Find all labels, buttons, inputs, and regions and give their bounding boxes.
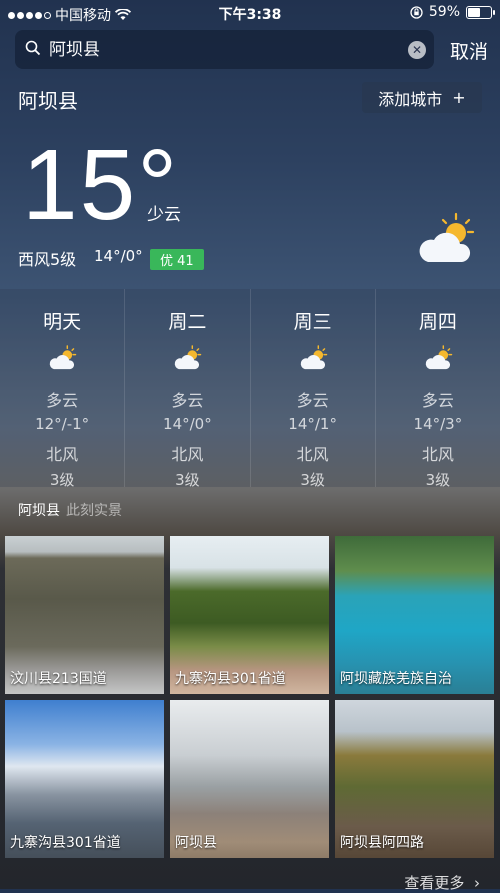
live-photos-subtitle: 此刻实景 bbox=[66, 503, 122, 519]
forecast-condition: 多云 bbox=[46, 391, 79, 410]
battery-icon bbox=[466, 5, 495, 19]
photo-caption: 九寨沟县301省道 bbox=[175, 671, 286, 687]
forecast-wind-level: 3级 bbox=[49, 471, 75, 489]
cancel-button[interactable]: 取消 bbox=[450, 37, 488, 64]
forecast-panel: 明天 多云 12°/-1° 北风 3级 周二 多云 14°/0° 北风 3级 周… bbox=[0, 289, 500, 489]
search-icon bbox=[25, 40, 41, 56]
live-photos-city: 阿坝县 bbox=[18, 503, 60, 519]
partly-cloudy-icon bbox=[0, 345, 124, 373]
forecast-day-name: 周二 bbox=[168, 311, 207, 333]
partly-cloudy-icon bbox=[125, 345, 249, 373]
see-more-link[interactable]: 查看更多 › bbox=[404, 872, 480, 893]
forecast-wind-level: 3级 bbox=[425, 471, 451, 489]
forecast-day[interactable]: 周三 多云 14°/1° 北风 3级 bbox=[251, 289, 376, 489]
forecast-temp: 12°/-1° bbox=[35, 415, 90, 433]
forecast-day[interactable]: 周四 多云 14°/3° 北风 3级 bbox=[376, 289, 500, 489]
photo-caption: 阿坝县阿四路 bbox=[340, 835, 424, 851]
forecast-day-name: 周四 bbox=[418, 311, 457, 333]
add-city-label: 添加城市 bbox=[378, 89, 443, 109]
current-wind: 西风5级 bbox=[18, 250, 77, 269]
live-photo[interactable]: 阿坝县阿四路 bbox=[335, 700, 494, 858]
live-photo[interactable]: 九寨沟县301省道 bbox=[5, 700, 164, 858]
partly-cloudy-icon bbox=[419, 212, 475, 262]
current-range: 14°/0° bbox=[94, 247, 143, 265]
forecast-day[interactable]: 明天 多云 12°/-1° 北风 3级 bbox=[0, 289, 126, 489]
forecast-temp: 14°/1° bbox=[288, 415, 337, 433]
forecast-day[interactable]: 周二 多云 14°/0° 北风 3级 bbox=[125, 289, 251, 489]
add-city-button[interactable]: 添加城市 + bbox=[362, 82, 482, 113]
forecast-condition: 多云 bbox=[171, 391, 204, 410]
forecast-day-name: 周三 bbox=[293, 311, 332, 333]
forecast-wind: 北风 bbox=[46, 445, 79, 464]
forecast-wind: 北风 bbox=[421, 445, 454, 464]
live-photos-header: 阿坝县 此刻实景 bbox=[18, 500, 122, 520]
forecast-wind: 北风 bbox=[296, 445, 329, 464]
live-photo[interactable]: 汶川县213国道 bbox=[5, 536, 164, 694]
partly-cloudy-icon bbox=[251, 345, 375, 373]
photo-caption: 九寨沟县301省道 bbox=[10, 835, 121, 851]
clear-search-icon[interactable]: ✕ bbox=[408, 41, 426, 59]
see-more-label: 查看更多 bbox=[404, 874, 465, 892]
chevron-right-icon: › bbox=[469, 874, 480, 892]
city-title: 阿坝县 bbox=[18, 89, 78, 113]
forecast-condition: 多云 bbox=[296, 391, 329, 410]
aqi-badge[interactable]: 优 41 bbox=[150, 249, 204, 270]
forecast-condition: 多云 bbox=[421, 391, 454, 410]
live-photo[interactable]: 九寨沟县301省道 bbox=[170, 536, 329, 694]
current-condition: 少云 bbox=[147, 205, 181, 225]
forecast-wind-level: 3级 bbox=[175, 471, 200, 489]
plus-icon: + bbox=[452, 88, 466, 107]
photo-caption: 阿坝藏族羌族自治 bbox=[340, 671, 452, 687]
battery-percent: 59% bbox=[428, 4, 460, 20]
forecast-temp: 14°/0° bbox=[163, 415, 212, 433]
partly-cloudy-icon bbox=[376, 345, 500, 373]
search-input[interactable] bbox=[47, 30, 411, 71]
forecast-wind: 北风 bbox=[171, 445, 204, 464]
live-photo[interactable]: 阿坝藏族羌族自治 bbox=[335, 536, 494, 694]
live-photo[interactable]: 阿坝县 bbox=[170, 700, 329, 858]
forecast-day-name: 明天 bbox=[43, 311, 82, 333]
forecast-wind-level: 3级 bbox=[300, 471, 325, 489]
search-bar[interactable]: ✕ bbox=[15, 30, 434, 71]
battery-fill bbox=[468, 7, 480, 17]
photo-caption: 阿坝县 bbox=[175, 835, 217, 851]
status-bar: 中国移动 下午3:38 59% bbox=[0, 0, 500, 26]
photo-caption: 汶川县213国道 bbox=[10, 671, 107, 687]
battery-info: 59% bbox=[410, 4, 495, 20]
forecast-temp: 14°/3° bbox=[413, 415, 463, 433]
orientation-lock-icon bbox=[410, 5, 423, 19]
